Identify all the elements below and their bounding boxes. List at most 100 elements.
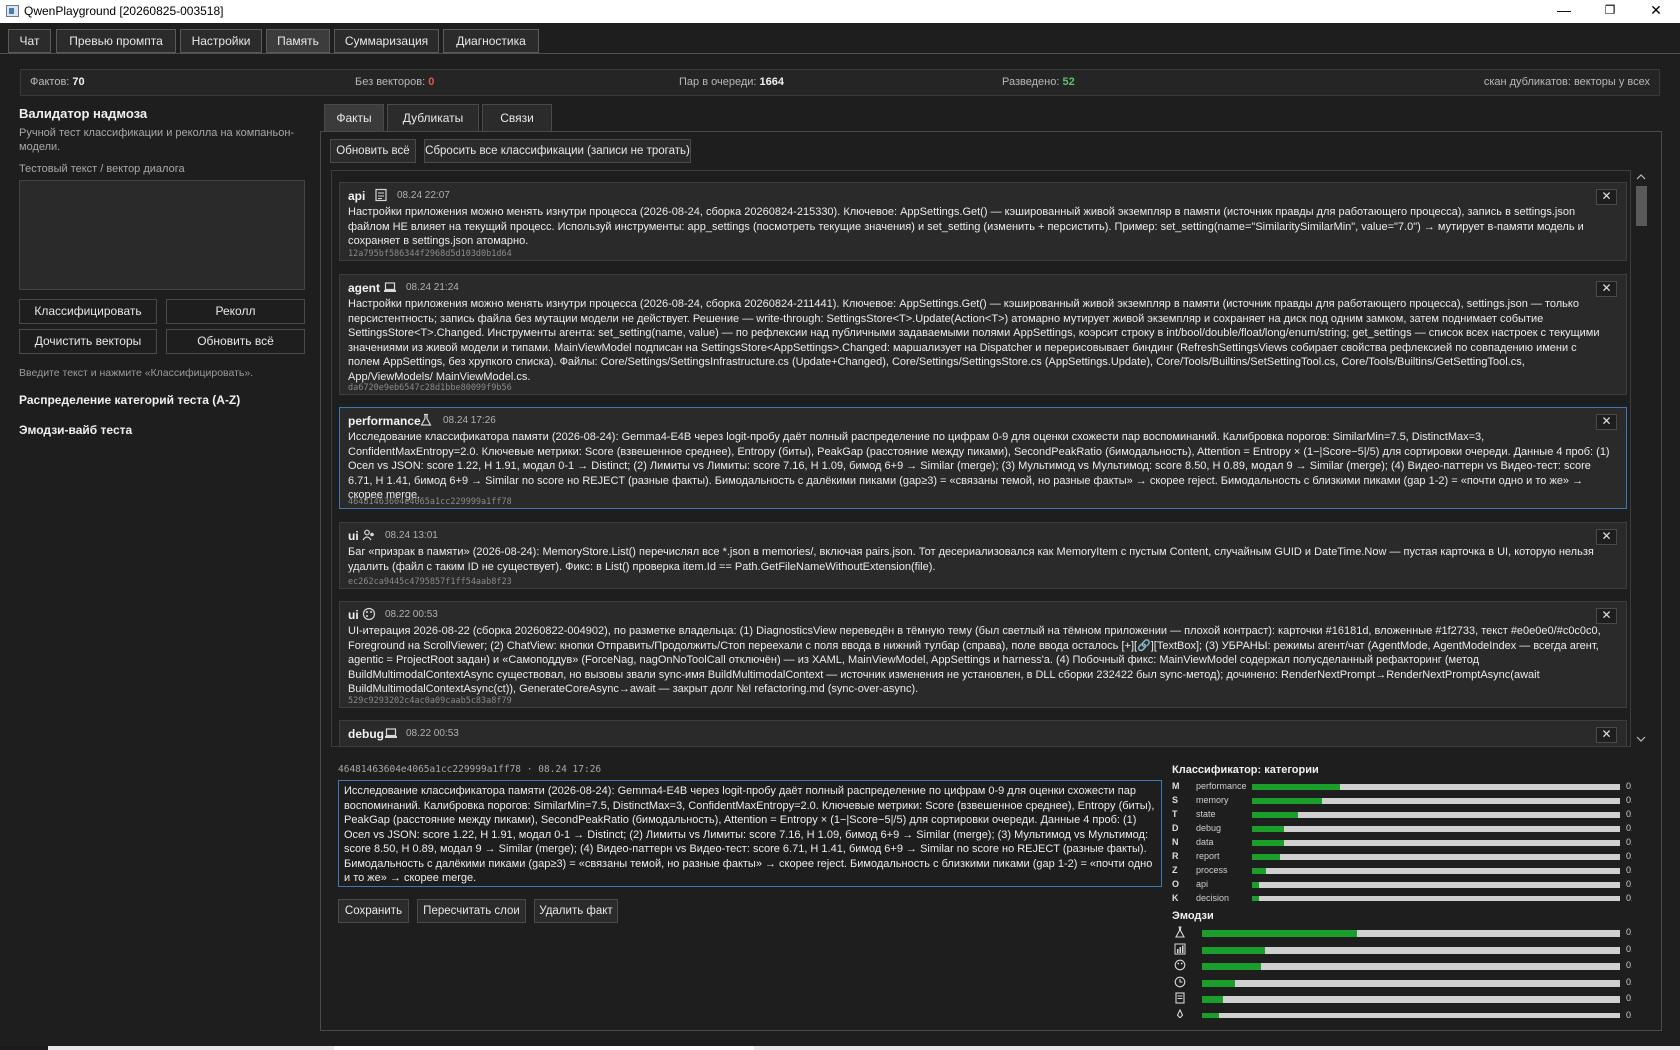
category-name: performance: [1196, 781, 1247, 791]
emoji-bar-fill: [1202, 979, 1236, 987]
stat-split-label: Разведено:: [1002, 76, 1060, 88]
tab-diagnostics[interactable]: Диагностика: [443, 29, 539, 53]
category-name: data: [1196, 837, 1214, 847]
tab-summarization[interactable]: Суммаризация: [334, 29, 439, 53]
delete-fact-button[interactable]: ✕: [1596, 281, 1617, 297]
emoji-value: 0.15: [1626, 943, 1632, 954]
emoji-row: 0.08: [1172, 976, 1632, 989]
stat-no-vectors-label: Без векторов:: [355, 76, 426, 88]
stat-facts: Фактов: 70: [30, 76, 85, 88]
facts-list[interactable]: api 08.24 22:07 Настройки приложения мож…: [331, 170, 1631, 747]
subtab-links[interactable]: Связи: [482, 104, 552, 132]
fact-card-selected[interactable]: performance 08.24 17:26 Исследование кла…: [339, 407, 1627, 509]
clean-vectors-button[interactable]: Дочистить векторы: [19, 329, 157, 354]
app-icon: [6, 5, 19, 17]
tab-chat[interactable]: Чат: [8, 29, 51, 53]
category-bar: [1252, 840, 1620, 846]
fact-editor[interactable]: Исследование классификатора памяти (2026…: [338, 780, 1162, 887]
category-bar: [1252, 826, 1620, 832]
fact-hash: 529c9293202c4ac0a09caab5c83a8f79: [348, 696, 512, 706]
category-bar-fill: [1252, 784, 1340, 790]
tab-prompt-preview[interactable]: Превью промпта: [56, 29, 176, 53]
rocket-icon: [1176, 1008, 1184, 1018]
test-text-input[interactable]: [19, 180, 305, 290]
category-name: decision: [1196, 893, 1230, 901]
classifier-row: Ddebug 0.09: [1172, 822, 1632, 835]
subtab-facts[interactable]: Факты: [324, 104, 384, 132]
emoji-bar: [1202, 979, 1620, 987]
emoji-row: 0.15: [1172, 943, 1632, 956]
fact-hash: da6720e9eb6547c28d1bbe80099f9b56: [348, 383, 512, 393]
delete-fact-button[interactable]: ✕: [1596, 189, 1617, 205]
delete-fact-button[interactable]: ✕: [1596, 414, 1617, 430]
delete-fact-button[interactable]: ✕: [1596, 529, 1617, 545]
category-bar-fill: [1252, 812, 1298, 818]
scroll-up-icon[interactable]: [1636, 173, 1646, 180]
validator-title: Валидатор надмоза: [19, 106, 148, 121]
emoji-bar: [1202, 946, 1620, 954]
facts-scrollbar[interactable]: [1634, 170, 1648, 747]
flask-icon: [1175, 926, 1185, 938]
save-button[interactable]: Сохранить: [338, 899, 409, 923]
delete-fact-button[interactable]: ✕: [1596, 727, 1617, 743]
classify-button[interactable]: Классифицировать: [19, 299, 157, 324]
subtab-duplicates[interactable]: Дубликаты: [387, 104, 479, 132]
recalculate-layers-button[interactable]: Пересчитать слои: [417, 899, 526, 923]
scroll-down-icon[interactable]: [1636, 736, 1646, 743]
delete-fact-button[interactable]: ✕: [1596, 608, 1617, 624]
flask-icon: [420, 413, 432, 426]
close-window-button[interactable]: ✕: [1633, 0, 1679, 23]
maximize-button[interactable]: ❐: [1587, 0, 1633, 23]
category-distribution-heading: Распределение категорий теста (A-Z): [19, 393, 241, 407]
people-icon: [362, 529, 374, 541]
category-letter: R: [1172, 851, 1179, 861]
fact-card[interactable]: debug 08.22 00:53 ✕: [339, 720, 1627, 746]
emoji-value: 0.05: [1626, 993, 1632, 1003]
category-bar: [1252, 854, 1620, 860]
stat-facts-value: 70: [72, 76, 85, 88]
fact-card[interactable]: ui 08.22 00:53 UI-итерация 2026-08-22 (с…: [339, 601, 1627, 708]
refresh-all-left-button[interactable]: Обновить всё: [166, 329, 305, 354]
classifier-row: Kdecision 0.02: [1172, 892, 1632, 901]
fact-date: 08.22 00:53: [406, 728, 459, 739]
facts-scroll-thumb[interactable]: [1636, 186, 1647, 226]
emoji-value: 0.14: [1626, 960, 1632, 970]
minimize-button[interactable]: —: [1541, 0, 1587, 23]
stats-bar: Фактов: 70 Без векторов: 0 Пар в очереди…: [20, 69, 1660, 96]
recall-button[interactable]: Реколл: [166, 299, 305, 324]
fact-text: Баг «призрак в памяти» (2026-08-24): Mem…: [348, 546, 1594, 573]
fact-hash: 12a795bf586344f2968d5d103d0b1d64: [348, 249, 512, 259]
refresh-all-button[interactable]: Обновить всё: [330, 139, 416, 163]
emoji-value: 0.08: [1626, 976, 1632, 987]
tab-memory[interactable]: Память: [266, 29, 330, 53]
fact-card[interactable]: ui 08.24 13:01 Баг «призрак в памяти» (2…: [339, 522, 1627, 589]
stat-facts-label: Фактов:: [30, 76, 70, 88]
delete-fact-detail-button[interactable]: Удалить факт: [534, 899, 618, 923]
category-bar: [1252, 798, 1620, 804]
fact-text: UI-итерация 2026-08-22 (сборка 20260822-…: [348, 625, 1601, 695]
category-bar-fill: [1252, 826, 1284, 832]
category-value: 0.25: [1626, 781, 1632, 791]
stat-queue: Пар в очереди: 1664: [679, 76, 784, 88]
tab-settings[interactable]: Настройки: [180, 29, 262, 53]
category-name: state: [1196, 809, 1216, 819]
taskbar-strip: [0, 1046, 1680, 1050]
fact-card[interactable]: agent 08.24 21:24 Настройки приложения м…: [339, 274, 1627, 395]
emoji-bar-fill: [1202, 946, 1265, 954]
category-letter: S: [1172, 795, 1179, 805]
stat-no-vectors: Без векторов: 0: [355, 76, 434, 88]
fact-card[interactable]: api 08.24 22:07 Настройки приложения мож…: [339, 182, 1627, 261]
fact-date: 08.24 13:01: [385, 530, 438, 541]
category-bar: [1252, 784, 1620, 790]
main-tabbar: Чат Превью промпта Настройки Память Сумм…: [0, 23, 1680, 54]
reset-classifications-button[interactable]: Сбросить все классификации (записи не тр…: [424, 139, 691, 163]
fact-date: 08.24 22:07: [397, 190, 450, 201]
classifier-row: Oapi 0.02: [1172, 878, 1632, 891]
category-letter: M: [1172, 781, 1180, 791]
category-bar-fill: [1252, 798, 1322, 804]
classifier-row: Tstate 0.13: [1172, 808, 1632, 821]
emoji-bar: [1202, 963, 1620, 970]
category-name: memory: [1196, 795, 1229, 805]
laptop-icon: [385, 728, 397, 738]
category-letter: K: [1172, 893, 1179, 901]
